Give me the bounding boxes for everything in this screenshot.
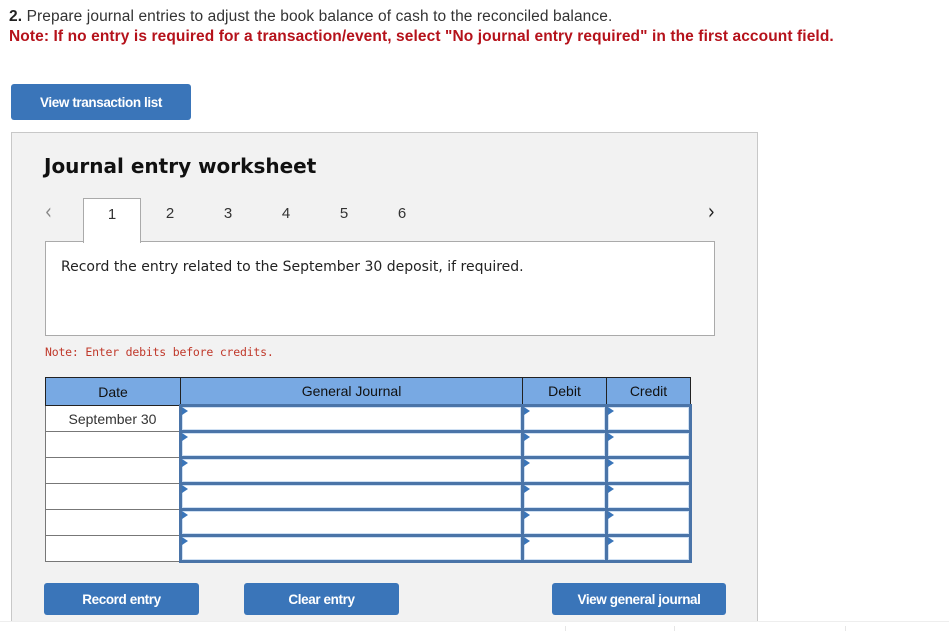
account-input[interactable] [182,459,521,482]
debit-cell [521,482,608,511]
credit-input[interactable] [608,407,689,430]
tab-6[interactable]: 6 [373,198,431,242]
dropdown-flag-icon [608,407,614,415]
account-input[interactable] [182,537,521,560]
worksheet-title: Journal entry worksheet [44,154,317,178]
debit-input[interactable] [524,459,605,482]
date-cell: September 30 [45,405,181,432]
question-instruction: Prepare journal entries to adjust the bo… [26,8,613,25]
entry-prompt: Record the entry related to the Septembe… [61,259,524,275]
account-input[interactable] [182,407,521,430]
dropdown-flag-icon [182,433,188,441]
dropdown-flag-icon [608,511,614,519]
column-header-debit: Debit [522,377,607,406]
credit-input[interactable] [608,511,689,534]
dropdown-flag-icon [524,511,530,519]
dropdown-flag-icon [524,537,530,545]
dropdown-flag-icon [182,485,188,493]
debit-input[interactable] [524,407,605,430]
credit-input[interactable] [608,459,689,482]
date-cell [45,431,181,458]
debit-input[interactable] [524,537,605,560]
date-cell [45,457,181,484]
tab-1[interactable]: 1 [83,198,141,243]
dropdown-flag-icon [524,485,530,493]
column-header-general-journal: General Journal [180,377,523,406]
chevron-right-icon[interactable]: › [708,200,715,225]
tab-4[interactable]: 4 [257,198,315,242]
credit-cell [605,430,692,459]
divider-tick [674,626,675,631]
credit-cell [605,404,692,433]
debit-input[interactable] [524,511,605,534]
account-input[interactable] [182,433,521,456]
tab-3[interactable]: 3 [199,198,257,242]
date-cell [45,483,181,510]
tab-5[interactable]: 5 [315,198,373,242]
dropdown-flag-icon [182,511,188,519]
debit-cell [521,404,608,433]
dropdown-flag-icon [524,459,530,467]
dropdown-flag-icon [608,459,614,467]
credit-input[interactable] [608,537,689,560]
dropdown-flag-icon [182,537,188,545]
column-header-date: Date [45,377,181,406]
debit-input[interactable] [524,433,605,456]
dropdown-flag-icon [608,433,614,441]
journal-header-row: Date General Journal Debit Credit [45,377,691,406]
journal-row: September 30 [45,404,692,433]
account-input[interactable] [182,485,521,508]
debit-cell [521,534,608,563]
tab-2[interactable]: 2 [141,198,199,242]
account-input[interactable] [182,511,521,534]
journal-row [45,508,692,537]
debit-cell [521,508,608,537]
dropdown-flag-icon [182,459,188,467]
credit-input[interactable] [608,433,689,456]
date-cell [45,509,181,536]
worksheet-tabs: 1 2 3 4 5 6 [83,198,431,243]
chevron-left-icon[interactable]: ‹ [45,200,52,225]
account-cell [179,456,524,485]
account-cell [179,482,524,511]
journal-row [45,456,692,485]
journal-row [45,430,692,459]
account-cell [179,508,524,537]
credit-cell [605,508,692,537]
debit-input[interactable] [524,485,605,508]
journal-table: Date General Journal Debit Credit Septem… [45,377,692,563]
view-general-journal-button[interactable]: View general journal [552,583,726,615]
dropdown-flag-icon [524,433,530,441]
debits-credits-note: Note: Enter debits before credits. [45,345,274,359]
divider-tick [845,626,846,631]
date-cell [45,535,181,562]
account-cell [179,404,524,433]
dropdown-flag-icon [182,407,188,415]
journal-entry-worksheet: Journal entry worksheet ‹ 1 2 3 4 5 6 › … [11,132,758,622]
dropdown-flag-icon [608,537,614,545]
dropdown-flag-icon [524,407,530,415]
column-header-credit: Credit [606,377,691,406]
journal-row [45,534,692,563]
question-number: 2. [9,8,23,25]
dropdown-flag-icon [608,485,614,493]
divider-tick [565,626,566,631]
debit-cell [521,430,608,459]
view-transaction-list-button[interactable]: View transaction list [11,84,191,120]
account-cell [179,430,524,459]
clear-entry-button[interactable]: Clear entry [244,583,399,615]
question-note: Note: If no entry is required for a tran… [9,28,834,45]
account-cell [179,534,524,563]
question-text: 2. Prepare journal entries to adjust the… [9,8,612,26]
entry-prompt-box: Record the entry related to the Septembe… [45,241,715,336]
record-entry-button[interactable]: Record entry [44,583,199,615]
journal-row [45,482,692,511]
credit-cell [605,456,692,485]
credit-cell [605,482,692,511]
credit-input[interactable] [608,485,689,508]
bottom-divider [0,621,949,631]
credit-cell [605,534,692,563]
debit-cell [521,456,608,485]
